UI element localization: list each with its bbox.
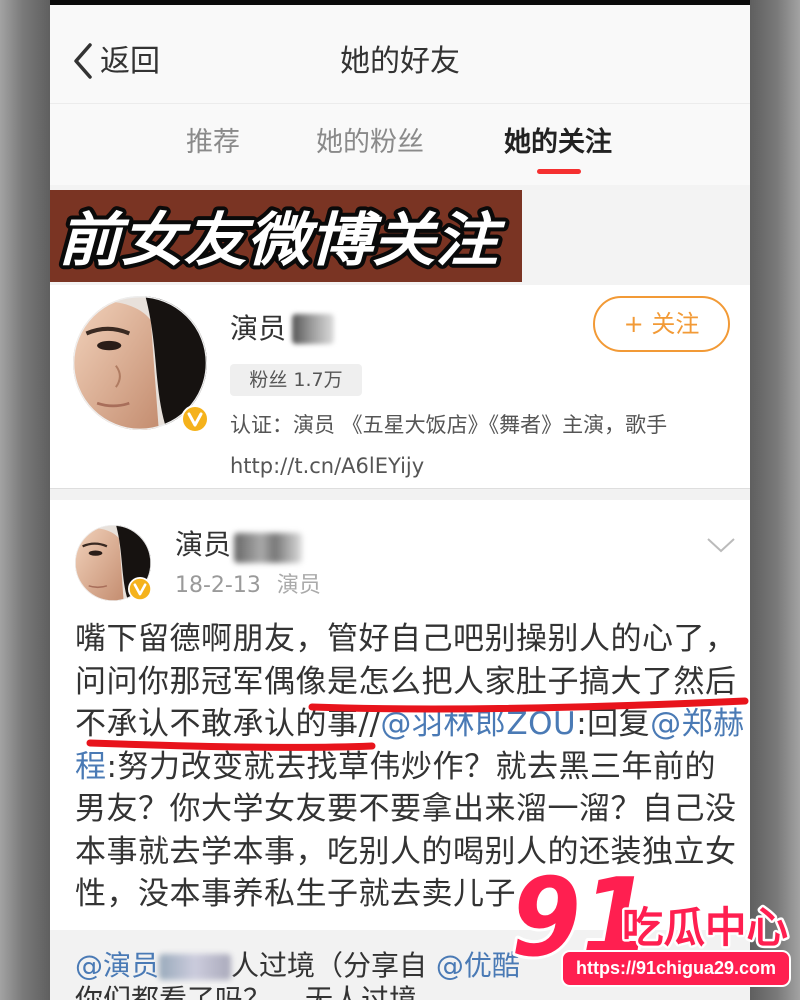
verified-badge-icon [128, 577, 152, 601]
repost-video-title[interactable]: 无人过境 [305, 984, 417, 1000]
mention-link[interactable]: @演员 [75, 949, 159, 982]
post-text-segment: :努力改变就去找草伟炒作？就去黑三年前的 [106, 748, 716, 785]
post-text-line: 嘴下留德啊朋友，管好自己吧别操别人的心了， [75, 618, 747, 661]
post-source: 演员 [276, 573, 321, 598]
fans-count-badge: 粉丝 1.7万 [230, 364, 362, 396]
weibo-screen: 返回 她的好友 推荐 她的粉丝 她的关注 前女友微博关注 演员 + 关注 粉丝 … [50, 0, 750, 1000]
repost-text-segment: 人过境（分享自 [231, 949, 436, 982]
verification-info: 认证：演员 《五星大饭店》《舞者》主演，歌手 [230, 413, 668, 437]
follow-button[interactable]: + 关注 [593, 296, 730, 352]
active-tab-indicator [537, 169, 581, 174]
repost-question: 你们都看了吗？ [75, 984, 271, 1000]
tab-recommend[interactable]: 推荐 [133, 123, 293, 163]
caption-banner: 前女友微博关注 [50, 190, 522, 282]
post-text-line: 不承认不敢承认的事//@羽林郎ZOU:回复@郑赫 [75, 703, 747, 746]
banner-area: 前女友微博关注 [50, 185, 750, 285]
post-text-segment: 不承认不敢承认的事// [75, 706, 381, 742]
post-text-segment: 性，没本事养私生子就去卖儿子 [75, 876, 516, 912]
post-date: 18-2-13 [175, 573, 261, 598]
repost-text-line: 你们都看了吗？ 无人过境 [75, 984, 745, 1000]
caption-banner-art: 前女友微博关注 [54, 202, 510, 278]
name-redaction [234, 533, 302, 563]
tab-her-fans[interactable]: 她的粉丝 [290, 123, 450, 163]
watermark-logo-text: 吃瓜中心 [620, 901, 791, 955]
watermark-url: https://91chigua29.com [563, 952, 789, 985]
section-divider [50, 488, 750, 489]
name-redaction [159, 954, 232, 980]
name-redaction [292, 314, 334, 344]
watermark-name-text: 吃瓜中心 [622, 903, 788, 952]
user-name[interactable]: 演员 [230, 311, 286, 347]
post-text-segment: 问问你那冠军偶像是怎么把人家肚子搞大了然后 [75, 663, 737, 700]
caption-banner-text: 前女友微博关注 [58, 206, 506, 274]
background-left [0, 0, 50, 1000]
mention-link[interactable]: @郑赫 [650, 706, 745, 742]
user-card[interactable]: 演员 + 关注 粉丝 1.7万 认证：演员 《五星大饭店》《舞者》主演，歌手 h… [50, 285, 750, 488]
post-meta: 18-2-13 演员 [175, 571, 321, 601]
page-title: 她的好友 [340, 44, 460, 79]
post-author-name[interactable]: 演员 [175, 527, 231, 563]
nav-header: 返回 她的好友 [50, 5, 750, 103]
post-text-line: 男友？你大学女友要不要拿出来溜一溜？自己没 [75, 788, 747, 831]
post-text-segment: :回复 [576, 706, 651, 742]
background-right [750, 0, 800, 1000]
post-text-segment: 男友？你大学女友要不要拿出来溜一溜？自己没 [75, 791, 737, 827]
post-text-segment: 嘴下留德啊朋友，管好自己吧别操别人的心了， [75, 621, 737, 657]
post-text-line: 问问你那冠军偶像是怎么把人家肚子搞大了然后 [75, 661, 747, 704]
tab-bar: 推荐 她的粉丝 她的关注 [50, 103, 750, 185]
post-text-line: 程:努力改变就去找草伟炒作？就去黑三年前的 [75, 746, 747, 789]
tab-her-following[interactable]: 她的关注 [478, 123, 638, 163]
mention-link[interactable]: @羽林郎ZOU [380, 706, 576, 742]
chevron-down-icon[interactable] [706, 537, 736, 553]
verified-badge-icon [181, 405, 209, 433]
mention-link[interactable]: 程 [75, 749, 107, 785]
profile-link[interactable]: http://t.cn/A6lEYijy [230, 451, 630, 481]
